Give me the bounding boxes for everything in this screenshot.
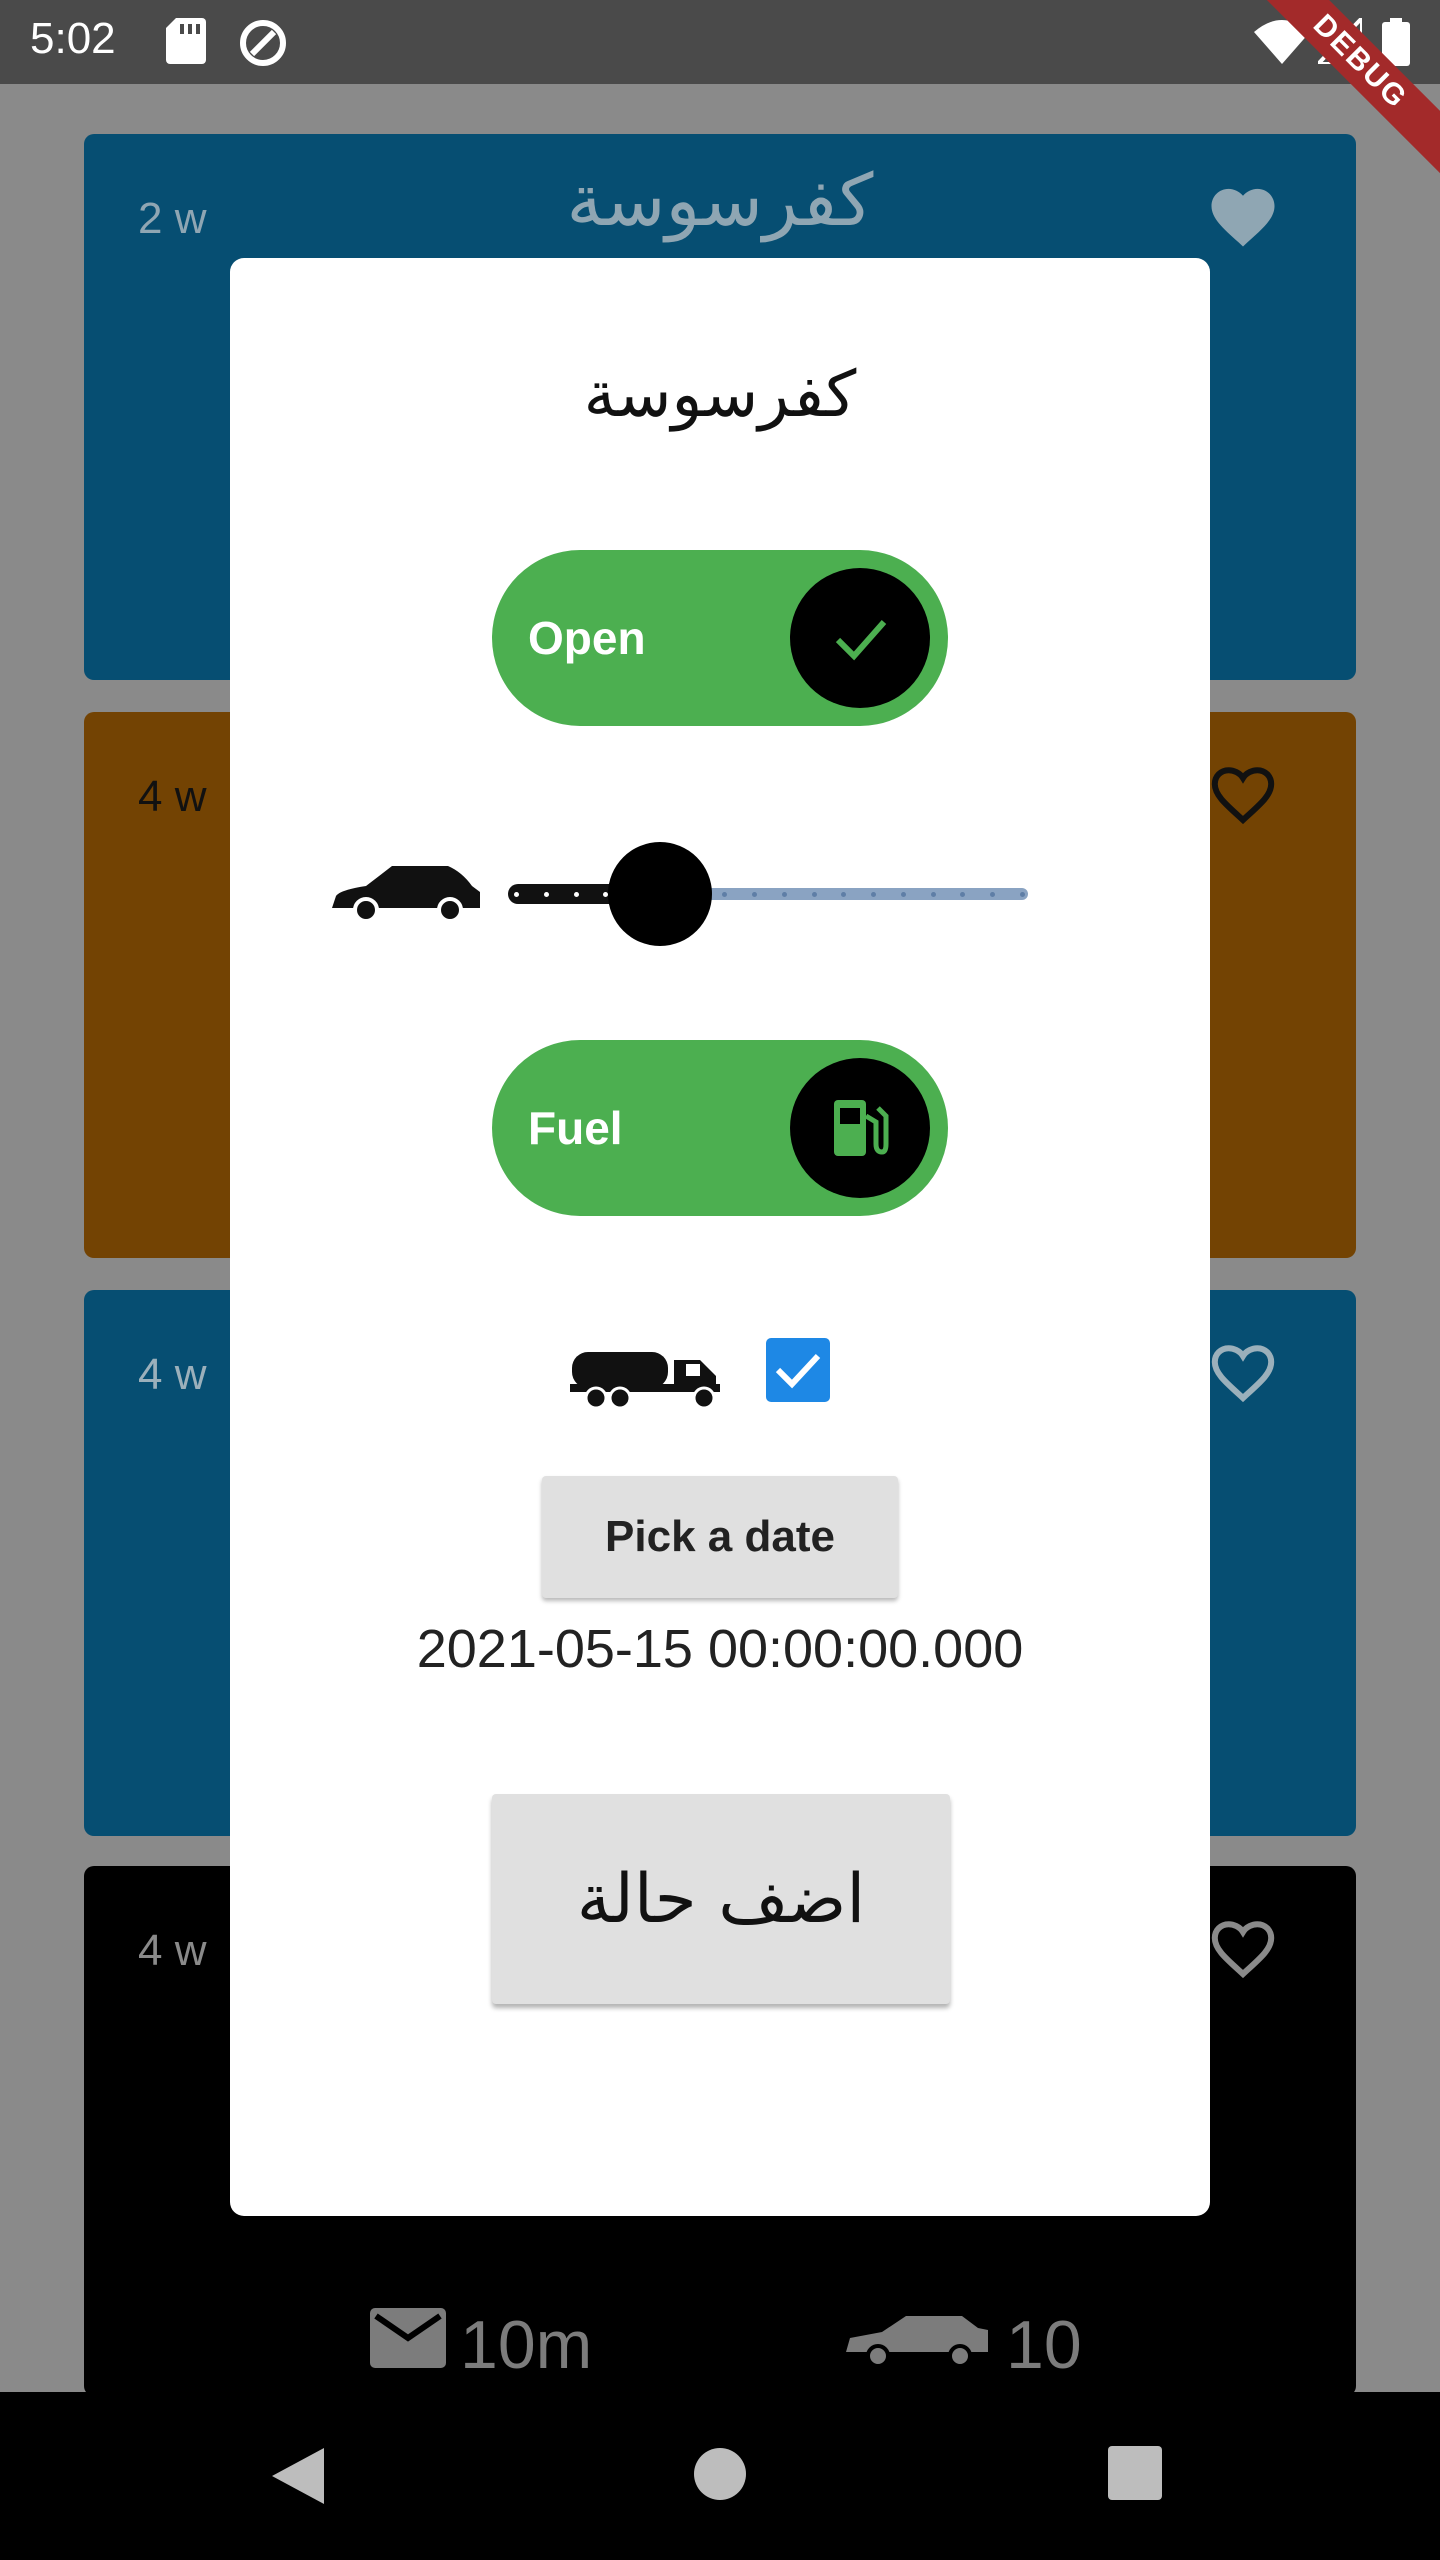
- slider-tick: [514, 892, 519, 897]
- slider-tick: [900, 892, 906, 897]
- dialog-title: كفرسوسة: [583, 358, 857, 432]
- add-status-button[interactable]: اضف حالة: [492, 1794, 950, 2004]
- message-stat: 10m: [370, 2306, 592, 2384]
- car-icon: [330, 858, 482, 926]
- slider-tick: [781, 892, 787, 897]
- slider-tick: [811, 892, 817, 897]
- gas-station-icon: [790, 1058, 930, 1198]
- open-toggle-label: Open: [528, 612, 646, 664]
- back-icon[interactable]: [270, 2446, 326, 2510]
- card-age: 4 w: [138, 772, 207, 821]
- car-count: 10: [1006, 2307, 1082, 2383]
- pick-date-button[interactable]: Pick a date: [542, 1476, 898, 1598]
- open-toggle[interactable]: Open: [492, 550, 948, 726]
- fuel-toggle-label: Fuel: [528, 1102, 623, 1154]
- card-age: 4 w: [138, 1926, 207, 1975]
- card-title: كفرسوسة: [566, 158, 874, 242]
- sync-icon: [238, 18, 288, 72]
- heart-filled-icon[interactable]: [1206, 182, 1280, 252]
- recents-icon[interactable]: [1108, 2446, 1162, 2504]
- status-bar: 5:02 DEBUG: [0, 0, 1440, 184]
- heart-outline-icon[interactable]: [1206, 1914, 1280, 1984]
- message-time: 10m: [460, 2307, 593, 2383]
- checkmark-icon: [775, 1353, 821, 1389]
- check-icon: [790, 568, 930, 708]
- heart-outline-icon[interactable]: [1206, 760, 1280, 830]
- status-time: 5:02: [30, 14, 116, 63]
- car-icon: [842, 2306, 992, 2384]
- slider-tick: [543, 892, 549, 897]
- mail-icon: [370, 2306, 446, 2384]
- tanker-truck-icon: [570, 1344, 728, 1414]
- selected-date: 2021-05-15 00:00:00.000: [416, 1619, 1024, 1679]
- card-age: 4 w: [138, 1350, 207, 1399]
- tanker-checkbox[interactable]: [766, 1338, 830, 1402]
- heart-outline-icon[interactable]: [1206, 1338, 1280, 1408]
- home-icon[interactable]: [692, 2446, 748, 2506]
- slider-tick: [930, 892, 936, 897]
- sd-card-icon: [166, 18, 206, 68]
- car-stat: 10: [842, 2306, 1082, 2384]
- slider-tick: [1020, 892, 1025, 897]
- fuel-toggle[interactable]: Fuel: [492, 1040, 948, 1216]
- car-slider[interactable]: [330, 828, 1150, 958]
- nav-bar: [0, 2392, 1440, 2560]
- slider-thumb[interactable]: [608, 842, 712, 946]
- slider-tick: [573, 892, 579, 897]
- add-status-dialog: كفرسوسة Open Fuel Pick a date 2021-05-15…: [230, 258, 1210, 2216]
